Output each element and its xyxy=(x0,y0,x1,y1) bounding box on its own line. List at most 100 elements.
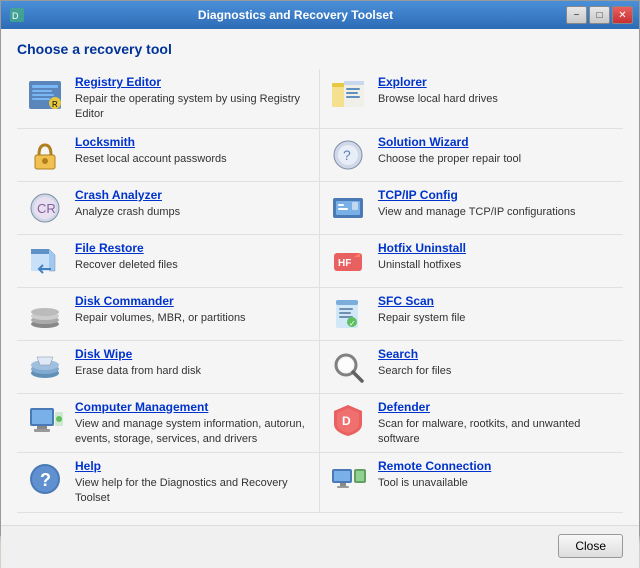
help-link[interactable]: Help xyxy=(75,459,311,473)
restore-button[interactable]: □ xyxy=(589,6,610,24)
tcpip-config-link[interactable]: TCP/IP Config xyxy=(378,188,615,202)
tcpip-config-text: TCP/IP Config View and manage TCP/IP con… xyxy=(378,188,615,219)
registry-editor-link[interactable]: Registry Editor xyxy=(75,75,311,89)
sfc-scan-desc: Repair system file xyxy=(378,312,465,324)
explorer-desc: Browse local hard drives xyxy=(378,93,498,105)
locksmith-text: Locksmith Reset local account passwords xyxy=(75,135,311,166)
registry-editor-text: Registry Editor Repair the operating sys… xyxy=(75,75,311,122)
hotfix-uninstall-icon: HF xyxy=(328,241,368,281)
remote-connection-text: Remote Connection Tool is unavailable xyxy=(378,459,615,490)
content-area: Choose a recovery tool R Registry Editor… xyxy=(1,29,639,525)
tool-item-registry-editor: R Registry Editor Repair the operating s… xyxy=(17,69,320,129)
tool-item-solution-wizard: ? Solution Wizard Choose the proper repa… xyxy=(320,129,623,182)
tool-item-help: ? Help View help for the Diagnostics and… xyxy=(17,453,320,513)
titlebar-buttons: − □ ✕ xyxy=(566,6,633,24)
computer-management-text: Computer Management View and manage syst… xyxy=(75,400,311,447)
disk-wipe-text: Disk Wipe Erase data from hard disk xyxy=(75,347,311,378)
tools-grid: R Registry Editor Repair the operating s… xyxy=(17,69,623,513)
disk-commander-icon xyxy=(25,294,65,334)
svg-text:CR: CR xyxy=(37,201,56,216)
window-title: Diagnostics and Recovery Toolset xyxy=(25,8,566,22)
file-restore-text: File Restore Recover deleted files xyxy=(75,241,311,272)
help-icon: ? xyxy=(25,459,65,499)
tool-item-explorer: Explorer Browse local hard drives xyxy=(320,69,623,129)
minimize-button[interactable]: − xyxy=(566,6,587,24)
hotfix-uninstall-text: Hotfix Uninstall Uninstall hotfixes xyxy=(378,241,615,272)
svg-text:R: R xyxy=(52,100,58,109)
tool-item-crash-analyzer: CR Crash Analyzer Analyze crash dumps xyxy=(17,182,320,235)
explorer-icon xyxy=(328,75,368,115)
disk-commander-desc: Repair volumes, MBR, or partitions xyxy=(75,312,246,324)
main-window: D Diagnostics and Recovery Toolset − □ ✕… xyxy=(0,0,640,536)
titlebar: D Diagnostics and Recovery Toolset − □ ✕ xyxy=(1,1,639,29)
explorer-text: Explorer Browse local hard drives xyxy=(378,75,615,106)
page-heading: Choose a recovery tool xyxy=(17,41,623,57)
svg-text:?: ? xyxy=(40,470,51,490)
sfc-scan-text: SFC Scan Repair system file xyxy=(378,294,615,325)
tool-item-hotfix-uninstall: HF Hotfix Uninstall Uninstall hotfixes xyxy=(320,235,623,288)
crash-analyzer-icon: CR xyxy=(25,188,65,228)
computer-management-icon xyxy=(25,400,65,440)
sfc-scan-icon: ✓ xyxy=(328,294,368,334)
disk-wipe-icon xyxy=(25,347,65,387)
defender-desc: Scan for malware, rootkits, and unwanted… xyxy=(378,418,580,445)
tool-item-disk-wipe: Disk Wipe Erase data from hard disk xyxy=(17,341,320,394)
crash-analyzer-link[interactable]: Crash Analyzer xyxy=(75,188,311,202)
explorer-link[interactable]: Explorer xyxy=(378,75,615,89)
svg-text:D: D xyxy=(342,414,351,428)
crash-analyzer-desc: Analyze crash dumps xyxy=(75,206,180,218)
tool-item-remote-connection: Remote Connection Tool is unavailable xyxy=(320,453,623,513)
crash-analyzer-text: Crash Analyzer Analyze crash dumps xyxy=(75,188,311,219)
file-restore-desc: Recover deleted files xyxy=(75,259,178,271)
tool-item-tcpip-config: TCP/IP Config View and manage TCP/IP con… xyxy=(320,182,623,235)
disk-commander-link[interactable]: Disk Commander xyxy=(75,294,311,308)
tool-item-sfc-scan: ✓ SFC Scan Repair system file xyxy=(320,288,623,341)
registry-editor-desc: Repair the operating system by using Reg… xyxy=(75,93,300,120)
help-text: Help View help for the Diagnostics and R… xyxy=(75,459,311,506)
disk-commander-text: Disk Commander Repair volumes, MBR, or p… xyxy=(75,294,311,325)
search-icon xyxy=(328,347,368,387)
tcpip-config-desc: View and manage TCP/IP configurations xyxy=(378,206,576,218)
hotfix-uninstall-desc: Uninstall hotfixes xyxy=(378,259,461,271)
tool-item-search: Search Search for files xyxy=(320,341,623,394)
defender-text: Defender Scan for malware, rootkits, and… xyxy=(378,400,615,447)
file-restore-icon xyxy=(25,241,65,281)
tool-item-disk-commander: Disk Commander Repair volumes, MBR, or p… xyxy=(17,288,320,341)
search-desc: Search for files xyxy=(378,365,451,377)
solution-wizard-desc: Choose the proper repair tool xyxy=(378,153,521,165)
registry-editor-icon: R xyxy=(25,75,65,115)
defender-icon: D xyxy=(328,400,368,440)
search-link[interactable]: Search xyxy=(378,347,615,361)
defender-link[interactable]: Defender xyxy=(378,400,615,414)
computer-management-link[interactable]: Computer Management xyxy=(75,400,311,414)
tool-item-locksmith: Locksmith Reset local account passwords xyxy=(17,129,320,182)
solution-wizard-icon: ? xyxy=(328,135,368,175)
help-desc: View help for the Diagnostics and Recove… xyxy=(75,477,288,504)
tool-item-file-restore: File Restore Recover deleted files xyxy=(17,235,320,288)
tool-item-computer-management: Computer Management View and manage syst… xyxy=(17,394,320,454)
remote-connection-desc: Tool is unavailable xyxy=(378,477,468,489)
sfc-scan-link[interactable]: SFC Scan xyxy=(378,294,615,308)
svg-text:✓: ✓ xyxy=(349,319,356,328)
svg-text:D: D xyxy=(12,11,19,21)
locksmith-desc: Reset local account passwords xyxy=(75,153,227,165)
hotfix-uninstall-link[interactable]: Hotfix Uninstall xyxy=(378,241,615,255)
close-window-button[interactable]: ✕ xyxy=(612,6,633,24)
locksmith-link[interactable]: Locksmith xyxy=(75,135,311,149)
svg-text:?: ? xyxy=(343,147,351,163)
remote-connection-link[interactable]: Remote Connection xyxy=(378,459,615,473)
computer-management-desc: View and manage system information, auto… xyxy=(75,418,305,445)
locksmith-icon xyxy=(25,135,65,175)
file-restore-link[interactable]: File Restore xyxy=(75,241,311,255)
tcpip-config-icon xyxy=(328,188,368,228)
remote-connection-icon xyxy=(328,459,368,499)
tool-item-defender: D Defender Scan for malware, rootkits, a… xyxy=(320,394,623,454)
solution-wizard-text: Solution Wizard Choose the proper repair… xyxy=(378,135,615,166)
titlebar-left: D xyxy=(9,7,25,23)
solution-wizard-link[interactable]: Solution Wizard xyxy=(378,135,615,149)
close-button[interactable]: Close xyxy=(558,534,623,558)
disk-wipe-desc: Erase data from hard disk xyxy=(75,365,201,377)
footer: Close xyxy=(1,525,639,568)
window-icon: D xyxy=(9,7,25,23)
disk-wipe-link[interactable]: Disk Wipe xyxy=(75,347,311,361)
